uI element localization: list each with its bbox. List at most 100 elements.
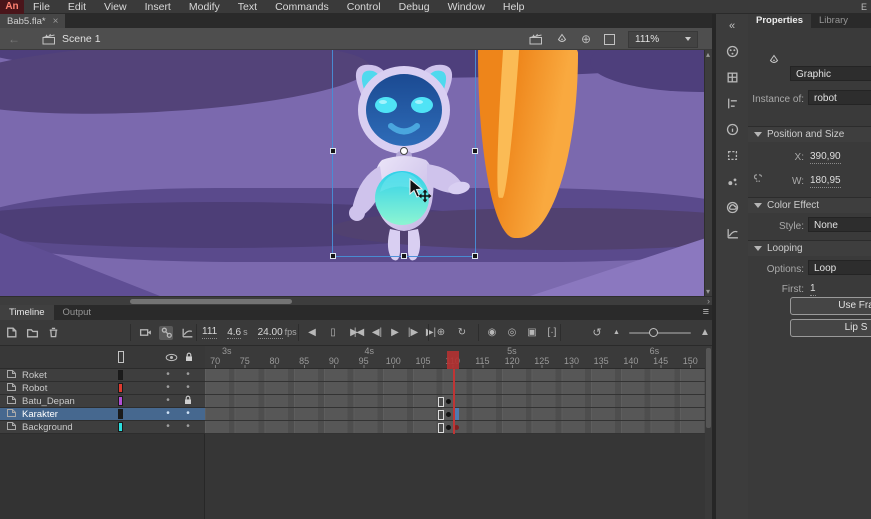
menu-commands[interactable]: Commands [266,0,338,14]
section-looping[interactable]: Looping [748,240,871,256]
back-arrow-icon[interactable]: ← [8,32,20,46]
scrollbar-thumb[interactable] [130,299,292,304]
menu-edit[interactable]: Edit [59,0,95,14]
playhead-marker[interactable] [447,351,459,369]
next-keyframe-icon[interactable]: |▶ [406,326,420,340]
workspace-switcher-fragment[interactable]: E [861,0,867,14]
stage-vertical-scrollbar[interactable]: ▴ ▾ [704,50,712,296]
timeline-zoom-slider[interactable] [629,332,691,334]
layer-name[interactable]: Batu_Depan [22,396,75,407]
edit-scene-icon[interactable] [529,33,543,45]
layer-name[interactable]: Background [22,422,73,433]
onion-skin-icon[interactable]: ◉ [485,326,499,340]
selection-handle-bottom-right[interactable] [472,253,478,259]
scrollbar-thumb[interactable] [706,348,711,428]
cc-libraries-icon[interactable] [722,199,742,216]
keyframe-frame-109[interactable] [446,399,451,404]
keyframe-frame-109[interactable] [446,412,451,417]
keyframe-frame-109[interactable] [446,425,451,430]
menu-window[interactable]: Window [439,0,494,14]
section-position-and-size[interactable]: Position and Size [748,126,871,142]
layer-name[interactable]: Karakter [22,409,58,420]
tab-timeline[interactable]: Timeline [0,305,54,320]
show-hide-all-layers-icon[interactable] [165,353,178,362]
menu-insert[interactable]: Insert [136,0,180,14]
center-stage-icon[interactable]: ⊕ [581,32,591,46]
symbol-behavior-dropdown[interactable]: Graphic [790,66,871,81]
layer-depth-icon[interactable] [180,326,194,340]
transformation-point[interactable] [400,147,408,155]
camera-icon[interactable] [138,326,152,340]
span-end-frame-108[interactable] [438,397,444,407]
layer-visibility-dot[interactable]: • [163,369,173,381]
frames-row-background[interactable] [205,421,705,434]
tab-output[interactable]: Output [54,305,101,320]
layer-lock-dot[interactable]: • [183,369,193,381]
tab-properties[interactable]: Properties [748,14,811,28]
go-first-frame-icon[interactable]: |◀ [352,326,366,340]
stage-horizontal-scrollbar[interactable]: › [0,296,712,305]
edit-symbols-icon[interactable] [556,33,568,45]
loop-playback-icon[interactable]: ↻ [455,326,469,340]
onion-skin-outlines-icon[interactable]: ◎ [505,326,519,340]
panel-menu-icon[interactable]: ≡ [703,305,709,320]
layer-batu_depan[interactable]: Batu_Depan • [0,395,205,408]
scroll-down-icon[interactable]: ▾ [706,287,710,296]
loop-options-dropdown[interactable]: Loop [808,260,871,275]
zoom-slider-knob[interactable] [649,328,658,337]
layer-background[interactable]: Background • • [0,421,205,434]
step-back-icon[interactable]: ◀ [305,326,319,340]
selection-handle-bottom-mid[interactable] [401,253,407,259]
align-icon[interactable] [722,95,742,112]
current-frame-box-icon[interactable]: ▯ [326,326,340,340]
stage-canvas[interactable] [0,50,712,296]
layer-roket[interactable]: Roket•• [0,369,205,382]
span-end-frame-108[interactable] [438,423,444,433]
menu-view[interactable]: View [95,0,136,14]
new-layer-icon[interactable] [4,326,18,340]
layer-visibility-dot[interactable]: • [163,382,173,394]
menu-control[interactable]: Control [338,0,390,14]
frames-row-roket[interactable] [205,369,705,382]
use-frame-picker-button[interactable]: Use Fra [790,297,871,315]
layer-karakter[interactable]: Karakter • • [0,408,205,421]
frames-row-robot[interactable] [205,382,705,395]
collapse-icon[interactable]: « [722,17,742,34]
stage-zoom-dropdown[interactable]: 111% [628,31,698,48]
timeline-zoom-in-icon[interactable]: ▲ [700,327,710,338]
motion-editor-icon[interactable] [722,225,742,242]
delete-layer-icon[interactable] [46,326,60,340]
timeline-vertical-scrollbar[interactable] [705,346,712,519]
frames-area[interactable]: 3s4s5s6s 7075808590951001051101151201251… [205,346,705,519]
info-icon[interactable] [722,121,742,138]
selection-handle-mid-left[interactable] [330,148,336,154]
x-value[interactable]: 390,90 [810,151,841,164]
layer-color-swatch[interactable] [118,409,123,419]
first-frame-value[interactable]: 1 [810,283,816,296]
link-width-height-icon[interactable] [752,172,764,184]
layer-lock-dot[interactable]: • [183,408,193,420]
layer-color-swatch[interactable] [118,370,123,380]
layer-name[interactable]: Robot [22,383,47,394]
transform-icon[interactable] [722,147,742,164]
instance-name-field[interactable]: robot [808,90,871,105]
selection-bounding-box[interactable] [332,50,476,257]
layer-visibility-dot[interactable]: • [163,395,173,407]
new-folder-icon[interactable] [25,326,39,340]
layer-lock-dot[interactable]: • [183,421,193,433]
scene-breadcrumb[interactable]: Scene 1 [62,33,101,45]
layer-visibility-dot[interactable]: • [163,421,173,433]
layer-color-swatch[interactable] [118,422,123,432]
layer-visibility-dot[interactable]: • [163,408,173,420]
menu-file[interactable]: File [24,0,59,14]
layer-color-swatch[interactable] [118,396,123,406]
swatches-icon[interactable] [722,69,742,86]
layer-color-swatch[interactable] [118,383,123,393]
menu-debug[interactable]: Debug [390,0,439,14]
layer-lock-icon[interactable] [183,395,193,409]
menu-text[interactable]: Text [229,0,266,14]
document-tab[interactable]: Bab5.fla* × [0,14,65,28]
brush-library-icon[interactable] [722,173,742,190]
elapsed-time[interactable]: 4.6 [227,327,241,339]
frames-row-karakter[interactable] [205,408,705,421]
